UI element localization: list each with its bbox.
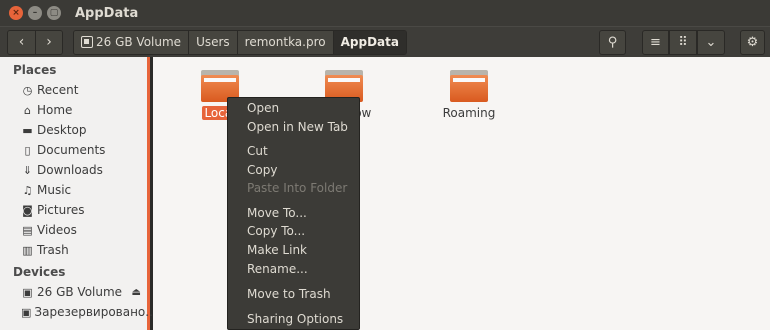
close-window-button[interactable]: × [9, 6, 23, 20]
camera-icon: ◙ [22, 203, 33, 217]
folder-label: Roaming [442, 106, 496, 120]
sidebar-item-recent[interactable]: ◷ Recent [0, 80, 147, 100]
menu-item-copy[interactable]: Copy [247, 163, 277, 177]
home-icon: ⌂ [24, 103, 31, 117]
navigation-buttons: ‹ › [7, 29, 63, 55]
context-menu: Open Open in New Tab Cut Copy Paste Into… [227, 97, 360, 330]
devices-heading: Devices [13, 265, 66, 279]
settings-button[interactable]: ⚙ [740, 30, 765, 55]
gear-icon: ⚙ [746, 35, 759, 50]
download-icon: ⇓ [22, 163, 33, 177]
menu-item-open-new-tab[interactable]: Open in New Tab [247, 120, 348, 134]
sidebar-item-home[interactable]: ⌂ Home [0, 100, 147, 120]
grid-icon: ⠿ [678, 35, 688, 50]
sidebar: Places ◷ Recent ⌂ Home ▬ Desktop ▯ Documents… [0, 57, 157, 330]
sidebar-item-videos[interactable]: ▤ Videos [0, 220, 147, 240]
desktop-icon: ▬ [22, 123, 33, 137]
toolbar: ‹ › 26 GB Volume Users remontka.pro AppD… [0, 26, 770, 57]
forward-button[interactable]: › [35, 30, 62, 54]
search-icon: ⚲ [607, 35, 618, 50]
menu-item-move-to[interactable]: Move To... [247, 206, 307, 220]
sidebar-item-documents[interactable]: ▯ Documents [0, 140, 147, 160]
menu-item-move-to-trash[interactable]: Move to Trash [247, 287, 331, 301]
sidebar-item-reserved[interactable]: ▣ Зарезервировано... [0, 302, 157, 322]
menu-item-paste-into-folder: Paste Into Folder [247, 181, 348, 195]
folder-icon [450, 70, 488, 102]
minimize-window-button[interactable]: – [28, 6, 42, 20]
places-heading: Places [13, 63, 57, 77]
maximize-window-button[interactable]: ▢ [47, 6, 61, 20]
menu-item-rename[interactable]: Rename... [247, 262, 308, 276]
title-bar: × – ▢ AppData [0, 0, 770, 26]
drive-icon: ▣ [22, 285, 33, 299]
search-button[interactable]: ⚲ [599, 30, 626, 55]
menu-item-cut[interactable]: Cut [247, 144, 268, 158]
drive-icon: ▣ [21, 305, 32, 319]
clock-icon: ◷ [22, 83, 33, 97]
breadcrumb: 26 GB Volume Users remontka.pro AppData [73, 29, 407, 55]
breadcrumb-users[interactable]: Users [188, 30, 237, 54]
breadcrumb-volume[interactable]: 26 GB Volume [74, 30, 189, 54]
sidebar-item-volume[interactable]: ▣ 26 GB Volume ⏏ [0, 282, 147, 302]
chevron-left-icon: ‹ [18, 34, 25, 50]
sidebar-item-pictures[interactable]: ◙ Pictures [0, 200, 147, 220]
menu-item-open[interactable]: Open [247, 101, 279, 115]
view-options-button[interactable]: ⌄ [697, 30, 725, 55]
document-icon: ▯ [24, 143, 31, 157]
window-title: AppData [75, 5, 139, 21]
list-view-button[interactable]: ≡ [642, 30, 669, 55]
drive-icon [81, 36, 93, 48]
menu-item-copy-to[interactable]: Copy To... [247, 224, 305, 238]
chevron-down-icon: ⌄ [705, 35, 717, 50]
chevron-right-icon: › [46, 34, 52, 50]
trash-icon: ▥ [22, 243, 33, 257]
grid-view-button[interactable]: ⠿ [669, 30, 697, 55]
sidebar-item-downloads[interactable]: ⇓ Downloads [0, 160, 147, 180]
sidebar-item-music[interactable]: ♫ Music [0, 180, 147, 200]
folder-roaming[interactable]: Roaming [429, 70, 509, 120]
back-button[interactable]: ‹ [8, 30, 35, 54]
menu-item-sharing-options[interactable]: Sharing Options [247, 312, 343, 326]
film-icon: ▤ [22, 223, 33, 237]
breadcrumb-user[interactable]: remontka.pro [236, 30, 333, 54]
music-icon: ♫ [22, 183, 33, 197]
breadcrumb-appdata[interactable]: AppData [332, 30, 406, 54]
sidebar-item-desktop[interactable]: ▬ Desktop [0, 120, 147, 140]
sidebar-item-trash[interactable]: ▥ Trash [0, 240, 147, 260]
eject-icon[interactable]: ⏏ [132, 287, 141, 298]
list-icon: ≡ [650, 35, 661, 50]
menu-item-make-link[interactable]: Make Link [247, 243, 307, 257]
